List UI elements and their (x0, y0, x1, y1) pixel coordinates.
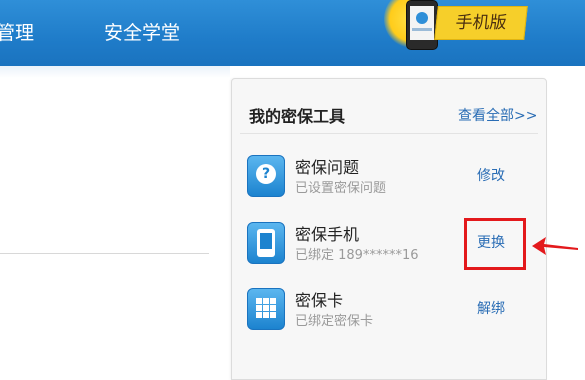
tool-name: 密保手机 (295, 225, 360, 244)
mobile-edition-badge[interactable]: 手机版 (384, 0, 532, 50)
view-all-link[interactable]: 查看全部>> (458, 105, 537, 125)
panel-divider (240, 133, 538, 134)
tool-name: 密保卡 (295, 291, 344, 310)
tool-status: 已绑定密保卡 (295, 314, 374, 329)
badge-label: 手机版 (434, 6, 528, 40)
unbind-link[interactable]: 解绑 (477, 298, 505, 318)
mobile-phone-icon (406, 0, 438, 50)
highlight-box (464, 218, 526, 270)
tool-security-question: ? 密保问题 已设置密保问题 修改 (247, 152, 537, 202)
tool-status: 已设置密保问题 (295, 181, 387, 196)
nav-item-security-school[interactable]: 安全学堂 (104, 20, 180, 46)
tool-name: 密保问题 (295, 158, 360, 177)
phone-icon (247, 222, 285, 264)
panel-title: 我的密保工具 (249, 107, 346, 126)
tool-status: 已绑定 189******16 (295, 248, 419, 263)
question-icon: ? (247, 155, 285, 197)
nav-item-manage[interactable]: 管理 (0, 20, 34, 46)
content-header-shadow (0, 66, 230, 78)
top-nav-bar: 管理 安全学堂 手机版 (0, 0, 585, 66)
content-divider (0, 253, 209, 254)
modify-link[interactable]: 修改 (477, 165, 505, 185)
red-arrow-icon (532, 237, 578, 255)
grid-card-icon (247, 288, 285, 330)
tool-security-card: 密保卡 已绑定密保卡 解绑 (247, 285, 537, 335)
